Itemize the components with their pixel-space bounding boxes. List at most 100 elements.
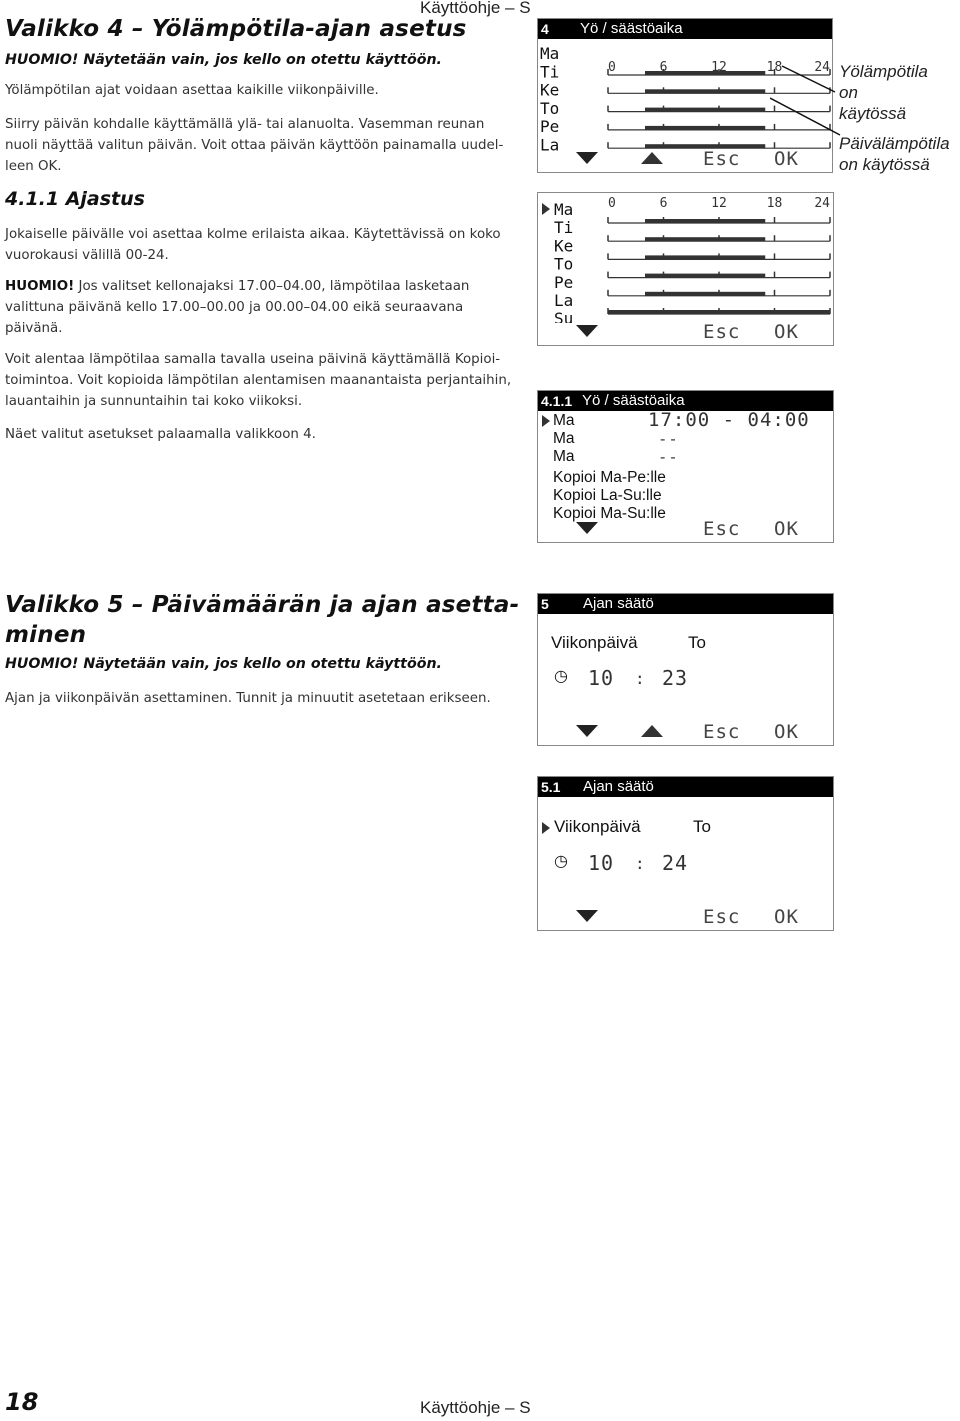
section5-notice: HUOMIO! Näytetään vain, jos kello on ote…	[5, 656, 442, 672]
line: Jos valitset kellonajaksi 17.00–04.00, l…	[74, 279, 470, 294]
timer-value[interactable]: --	[658, 430, 679, 448]
section5-title: Valikko 5 – Päivämäärän ja ajan asetta- …	[5, 590, 519, 650]
menu-title: Yö / säästöaika	[580, 20, 683, 37]
menu-number: 4.1.1	[541, 393, 573, 409]
lcd-title-bar: 4.1.1 Yö / säästöaika	[538, 391, 833, 411]
softkeys: Esc OK	[538, 721, 833, 743]
manual-page: Käyttöohje – S Valikko 4 – Yölämpötila-a…	[0, 0, 960, 1421]
timer-value[interactable]: 17:00 - 04:00	[648, 411, 810, 430]
menu-title: Ajan säätö	[583, 595, 654, 612]
line: leen OK.	[5, 159, 62, 174]
annotation-leaders	[770, 65, 841, 136]
clock-icon: ◷	[554, 668, 568, 685]
day-label: To	[540, 99, 559, 118]
minutes-value[interactable]: 24	[662, 853, 688, 873]
week-timeline: 0 6 12 18 24MaTiKeToPeLaSu	[554, 196, 831, 323]
hours-value[interactable]: 10	[588, 668, 614, 688]
esc-button[interactable]: Esc	[703, 321, 740, 343]
subsection-title: 4.1.1 Ajastus	[5, 188, 145, 210]
minutes-value[interactable]: 23	[662, 668, 688, 688]
clock-icon: ◷	[554, 853, 568, 870]
weekday-value[interactable]: To	[688, 634, 706, 652]
down-arrow-icon[interactable]	[576, 325, 598, 337]
esc-button[interactable]: Esc	[703, 148, 740, 170]
ok-button[interactable]: OK	[774, 721, 799, 743]
night-leader-line	[781, 65, 836, 93]
tick-label: 24	[814, 196, 830, 211]
annotation-day: Päivälämpötila on käytössä	[839, 133, 950, 175]
esc-button[interactable]: Esc	[703, 721, 740, 743]
line: käytössä	[839, 104, 907, 123]
line: Voit alentaa lämpötilaa samalla tavalla …	[5, 352, 501, 367]
day-label: Pe	[554, 273, 573, 292]
line: Siirry päivän kohdalle käyttämällä ylä- …	[5, 117, 485, 132]
softkeys: Esc OK	[538, 321, 833, 343]
down-arrow-icon[interactable]	[576, 725, 598, 737]
lcd-timer-edit: 4.1.1 Yö / säästöaika Ma 17:00 - 04:00 M…	[537, 390, 834, 543]
selection-arrow-icon	[542, 415, 550, 427]
ok-button[interactable]: OK	[774, 906, 799, 928]
day-segment	[645, 107, 766, 112]
hours-value[interactable]: 10	[588, 853, 614, 873]
day-segment	[645, 273, 766, 278]
line: on käytössä	[839, 155, 930, 174]
day-segment	[645, 71, 766, 75]
line: Päivälämpötila	[839, 134, 950, 153]
section4-notice2: HUOMIO! Jos valitset kellonajaksi 17.00–…	[5, 276, 525, 339]
up-arrow-icon[interactable]	[641, 725, 663, 737]
down-arrow-icon[interactable]	[576, 910, 598, 922]
esc-button[interactable]: Esc	[703, 518, 740, 540]
day-segment	[645, 125, 766, 130]
day-label: To	[554, 255, 573, 274]
lcd-title-bar: 5.1 Ajan säätö	[538, 777, 833, 797]
day-segment	[645, 291, 766, 296]
day-label: Ma	[554, 200, 573, 219]
timer-day: Ma	[553, 448, 575, 465]
section4-title: Valikko 4 – Yölämpötila-ajan asetus	[5, 16, 467, 42]
time-separator: :	[635, 669, 646, 688]
line: lauantaihin ja sunnuntaihin tai koko vii…	[5, 394, 303, 409]
up-arrow-icon[interactable]	[641, 152, 663, 164]
down-arrow-icon[interactable]	[576, 522, 598, 534]
line: nuoli näyttää valitun päivän. Voit ottaa…	[5, 138, 504, 153]
timer-day: Ma	[553, 430, 575, 447]
day-label: Pe	[540, 117, 559, 136]
weekday-label: Viikonpäivä	[551, 633, 638, 652]
line: vuorokausi välillä 00-24.	[5, 248, 169, 263]
down-arrow-icon[interactable]	[576, 152, 598, 164]
day-label: Ma	[540, 44, 559, 63]
selection-arrow-icon	[542, 822, 550, 834]
tick-label: 18	[767, 196, 783, 211]
section4-para5: Näet valitut asetukset palaamalla valikk…	[5, 427, 316, 442]
line: Yölämpötila	[839, 62, 928, 81]
day-segment	[645, 219, 766, 223]
section4-para4: Voit alentaa lämpötilaa samalla tavalla …	[5, 349, 525, 412]
tick-label: 6	[660, 196, 668, 211]
timer-value[interactable]: --	[658, 448, 679, 466]
lcd-time-edit: 5.1 Ajan säätö Viikonpäivä To ◷ 10 : 24 …	[537, 776, 834, 931]
lcd-title-bar: 5 Ajan säätö	[538, 594, 833, 614]
line: valittuna päivänä kello 17.00–00.00 ja 0…	[5, 300, 464, 315]
section4-para2: Siirry päivän kohdalle käyttämällä ylä- …	[5, 114, 525, 177]
section4-para1: Yölämpötilan ajat voidaan asettaa kaikil…	[5, 83, 379, 98]
line: toimintoa. Voit kopioida lämpötilan alen…	[5, 373, 512, 388]
line: päivänä.	[5, 321, 63, 336]
time-separator: :	[635, 854, 646, 873]
day-segment	[645, 255, 766, 260]
day-label: Ke	[554, 236, 573, 255]
copy-item[interactable]: Kopioi Ma-Pe:lle	[553, 469, 666, 487]
tick-label: 0	[608, 60, 616, 75]
section4-para3: Jokaiselle päivälle voi asettaa kolme er…	[5, 224, 525, 266]
ok-button[interactable]: OK	[774, 518, 799, 540]
day-label: Ke	[540, 81, 559, 100]
esc-button[interactable]: Esc	[703, 906, 740, 928]
ok-button[interactable]: OK	[774, 321, 799, 343]
menu-title: Yö / säästöaika	[582, 392, 685, 409]
tick-label: 12	[711, 196, 727, 211]
notice-label: HUOMIO!	[5, 279, 75, 294]
line: on	[839, 83, 858, 102]
copy-item[interactable]: Kopioi La-Su:lle	[553, 487, 662, 505]
line: Jokaiselle päivälle voi asettaa kolme er…	[5, 227, 501, 242]
weekday-value[interactable]: To	[693, 818, 711, 836]
page-number: 18	[5, 1388, 39, 1416]
